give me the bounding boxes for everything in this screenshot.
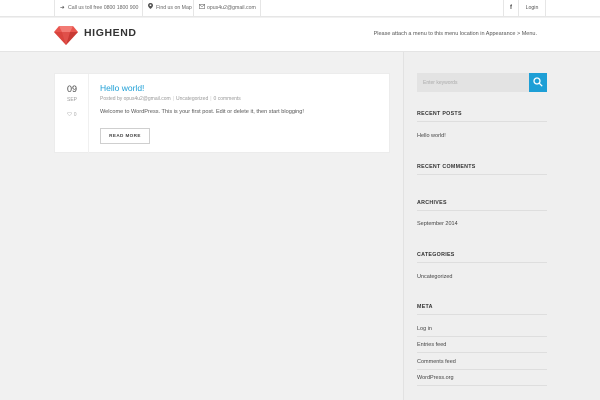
menu-notice: Please attach a menu to this menu locati… [373, 31, 537, 37]
search-input[interactable] [417, 73, 529, 92]
site-header: HIGHEND Please attach a menu to this men… [0, 18, 600, 52]
category-link[interactable]: Uncategorized [417, 274, 452, 280]
search-button[interactable] [529, 73, 547, 92]
meta-link-login[interactable]: Log in [417, 326, 432, 332]
post-comments[interactable]: 0 comments [214, 96, 241, 102]
post-month: SEP [66, 97, 77, 103]
post-day: 09 [66, 84, 77, 94]
read-more-button[interactable]: READ MORE [100, 128, 150, 144]
meta-separator: | [210, 96, 212, 102]
gem-icon[interactable] [54, 25, 78, 45]
facebook-icon[interactable]: f [503, 0, 519, 17]
magnifier-icon [533, 77, 543, 87]
brand-name[interactable]: HIGHEND [84, 27, 137, 39]
post-title[interactable]: Hello world! [100, 83, 144, 93]
widget-divider [417, 369, 547, 370]
widget-title-meta: META [417, 304, 433, 310]
email-link[interactable]: opus4u2@gmail.com [193, 0, 261, 17]
meta-link-wordpress[interactable]: WordPress.org [417, 375, 454, 381]
post-category[interactable]: Uncategorized [176, 96, 208, 102]
phone-contact: ➜ Call us toll free 0800 1800 900 [54, 0, 142, 17]
top-bar: ➜ Call us toll free 0800 1800 900 Find us… [0, 0, 600, 17]
likes-counter[interactable]: 0 [55, 111, 89, 118]
post-date: 09 SEP 0 [55, 74, 89, 154]
widget-divider [417, 352, 547, 353]
arrow-right-icon: ➜ [60, 5, 65, 11]
widget-title-recent-comments: RECENT COMMENTS [417, 164, 476, 170]
meta-separator: | [172, 96, 174, 102]
sidebar: RECENT POSTS Hello world! RECENT COMMENT… [403, 52, 600, 400]
email-text: opus4u2@gmail.com [207, 5, 256, 11]
map-link[interactable]: Find us on Map [142, 0, 193, 17]
recent-post-link[interactable]: Hello world! [417, 133, 446, 139]
widget-divider [417, 336, 547, 337]
widget-title-archives: ARCHIVES [417, 200, 447, 206]
map-pin-icon [148, 0, 154, 17]
widget-divider [417, 262, 547, 263]
widget-title-categories: CATEGORIES [417, 252, 455, 258]
post-excerpt: Welcome to WordPress. This is your first… [100, 109, 304, 115]
post-author[interactable]: Posted by opus4u2@gmail.com [100, 96, 171, 102]
widget-divider [417, 121, 547, 122]
widget-divider [417, 385, 547, 386]
meta-link-comments-feed[interactable]: Comments feed [417, 359, 456, 365]
heart-icon [67, 111, 73, 117]
widget-divider [417, 210, 547, 211]
phone-text: Call us toll free 0800 1800 900 [68, 5, 139, 11]
login-link[interactable]: Login [519, 0, 546, 17]
widget-divider [417, 174, 547, 175]
archive-link[interactable]: September 2014 [417, 221, 458, 227]
post-card: 09 SEP 0 Hello world! Posted by opus4u2@… [54, 73, 390, 154]
map-text: Find us on Map [156, 5, 192, 11]
widget-title-recent-posts: RECENT POSTS [417, 111, 462, 117]
envelope-icon [199, 0, 205, 17]
likes-count: 0 [73, 112, 77, 118]
meta-link-entries-feed[interactable]: Entries feed [417, 342, 446, 348]
widget-divider [417, 314, 547, 315]
post-meta: Posted by opus4u2@gmail.com | Uncategorize… [100, 96, 241, 102]
